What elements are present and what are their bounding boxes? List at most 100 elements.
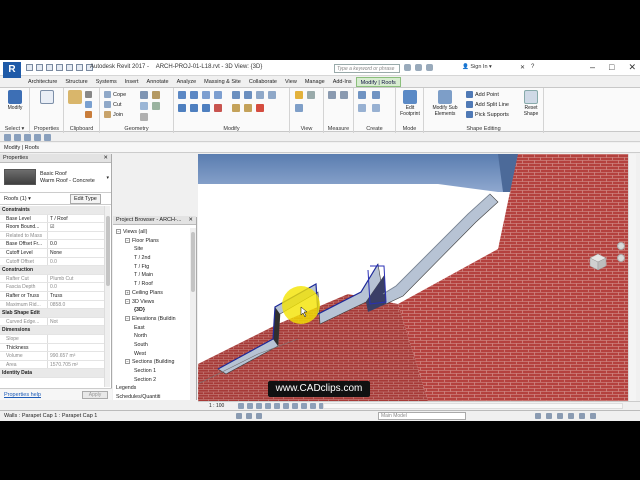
- tab-systems[interactable]: Systems: [92, 77, 121, 87]
- star-icon[interactable]: [426, 64, 433, 71]
- select-underlay-status-icon[interactable]: [546, 413, 552, 419]
- delete-icon[interactable]: [256, 104, 264, 112]
- copy-element-icon[interactable]: [190, 104, 198, 112]
- browser-node[interactable]: − Floor Plans: [113, 237, 190, 246]
- zoom-icon[interactable]: [617, 254, 625, 262]
- save-icon[interactable]: [36, 64, 43, 71]
- 3d-viewport[interactable]: [198, 154, 628, 401]
- cope-button[interactable]: Cope: [104, 91, 126, 98]
- close-properties-icon[interactable]: ✕: [103, 155, 108, 161]
- subscription-icon[interactable]: [415, 64, 422, 71]
- lightbulb-icon[interactable]: [295, 91, 303, 99]
- measure-icon[interactable]: [76, 64, 83, 71]
- sun-path-icon[interactable]: [256, 403, 262, 409]
- close-icon[interactable]: ✕: [628, 62, 636, 73]
- wall-joins-icon[interactable]: [140, 102, 148, 110]
- join-roof-icon[interactable]: [152, 91, 160, 99]
- match-button[interactable]: [85, 111, 92, 118]
- print-icon[interactable]: [66, 64, 73, 71]
- select-pinned-status-icon[interactable]: [557, 413, 563, 419]
- detail-level-icon[interactable]: [238, 403, 244, 409]
- paint-icon[interactable]: [152, 102, 160, 110]
- unpin-icon[interactable]: [256, 91, 264, 99]
- browser-node[interactable]: Schedules/Quantiti: [113, 393, 190, 400]
- browser-node[interactable]: South: [113, 341, 190, 350]
- design-options-icon[interactable]: [246, 413, 252, 419]
- tab-view[interactable]: View: [281, 77, 301, 87]
- array-icon[interactable]: [268, 91, 276, 99]
- browser-node[interactable]: + Ceiling Plans: [113, 289, 190, 298]
- revit-logo-icon[interactable]: R: [3, 62, 21, 78]
- edit-footprint-button[interactable]: Edit Footprint: [398, 90, 422, 117]
- apply-button[interactable]: Apply: [82, 391, 108, 399]
- property-group[interactable]: Slab Shape Edit: [0, 309, 104, 318]
- maximize-icon[interactable]: □: [609, 62, 614, 73]
- render-icon[interactable]: [274, 403, 280, 409]
- viewport-scrollbar[interactable]: [628, 154, 636, 401]
- dimension-icon[interactable]: [340, 91, 348, 99]
- create-parts-icon[interactable]: [358, 91, 366, 99]
- tab-massing-site[interactable]: Massing & Site: [200, 77, 245, 87]
- collapse-icon[interactable]: −: [125, 237, 130, 243]
- browser-node[interactable]: T / Roof: [113, 280, 190, 289]
- browser-node[interactable]: Section 2: [113, 376, 190, 385]
- instance-filter[interactable]: Roofs (1) ▾: [4, 196, 31, 202]
- property-value[interactable]: [48, 344, 104, 352]
- pick-supports-button[interactable]: Pick Supports: [466, 111, 509, 118]
- tab-collaborate[interactable]: Collaborate: [245, 77, 281, 87]
- tab-annotate[interactable]: Annotate: [143, 77, 173, 87]
- properties-scrollbar[interactable]: [104, 206, 110, 387]
- redo-icon[interactable]: [56, 64, 63, 71]
- browser-node[interactable]: T / Main: [113, 271, 190, 280]
- crop-view-icon[interactable]: [283, 403, 289, 409]
- select-by-face-icon[interactable]: [568, 413, 574, 419]
- view-scale[interactable]: 1 : 100: [209, 403, 224, 409]
- create-similar-icon[interactable]: [372, 104, 380, 112]
- browser-node[interactable]: Section 1: [113, 367, 190, 376]
- select-links-icon[interactable]: [24, 134, 31, 141]
- filter-count-icon[interactable]: [590, 413, 596, 419]
- property-group[interactable]: Identity Data: [0, 369, 104, 378]
- activate-dimensions-icon[interactable]: [4, 134, 11, 141]
- tab-analyze[interactable]: Analyze: [173, 77, 201, 87]
- worksets-icon[interactable]: [236, 413, 242, 419]
- tab-manage[interactable]: Manage: [301, 77, 329, 87]
- steering-wheel-icon[interactable]: [617, 242, 625, 250]
- properties-scroll-thumb[interactable]: [106, 216, 110, 286]
- select-pinned-icon[interactable]: [44, 134, 51, 141]
- mirror-draw-icon[interactable]: [214, 91, 222, 99]
- property-group[interactable]: Construction: [0, 266, 104, 275]
- drag-elements-icon[interactable]: [579, 413, 585, 419]
- collapse-icon[interactable]: −: [125, 298, 130, 304]
- help-icon[interactable]: ?: [531, 64, 534, 71]
- browser-node[interactable]: West: [113, 350, 190, 359]
- browser-node[interactable]: −3D Views: [113, 298, 190, 307]
- add-split-line-button[interactable]: Add Split Line: [466, 101, 509, 108]
- select-links-status-icon[interactable]: [535, 413, 541, 419]
- browser-node[interactable]: North: [113, 332, 190, 341]
- property-group[interactable]: Constraints: [0, 206, 104, 215]
- chevron-down-icon[interactable]: ▾: [106, 175, 109, 181]
- viewcube-icon[interactable]: [586, 250, 608, 272]
- show-crop-icon[interactable]: [292, 403, 298, 409]
- type-selector[interactable]: Basic Roof Warm Roof - Concrete ▾: [0, 163, 111, 193]
- browser-node[interactable]: − Sections (Building: [113, 358, 190, 367]
- create-assembly-icon[interactable]: [372, 91, 380, 99]
- select-underlay-icon[interactable]: [34, 134, 41, 141]
- horizontal-scrollbar[interactable]: [323, 403, 623, 409]
- browser-node[interactable]: {3D}: [113, 306, 190, 315]
- temporary-hide-icon[interactable]: [310, 403, 316, 409]
- add-point-button[interactable]: Add Point: [466, 91, 499, 98]
- search-input[interactable]: Type a keyword or phrase: [334, 64, 400, 73]
- copy-small-button[interactable]: [85, 101, 92, 108]
- split-gap-icon[interactable]: [244, 91, 252, 99]
- open-icon[interactable]: [26, 64, 33, 71]
- tab-insert[interactable]: Insert: [121, 77, 143, 87]
- pin-icon[interactable]: [244, 104, 252, 112]
- mirror-axis-icon[interactable]: [202, 91, 210, 99]
- browser-node[interactable]: East: [113, 324, 190, 333]
- rotate-icon[interactable]: [202, 104, 210, 112]
- split-face-icon[interactable]: [140, 91, 148, 99]
- paste-button[interactable]: [68, 90, 82, 105]
- unlock-view-icon[interactable]: [301, 403, 307, 409]
